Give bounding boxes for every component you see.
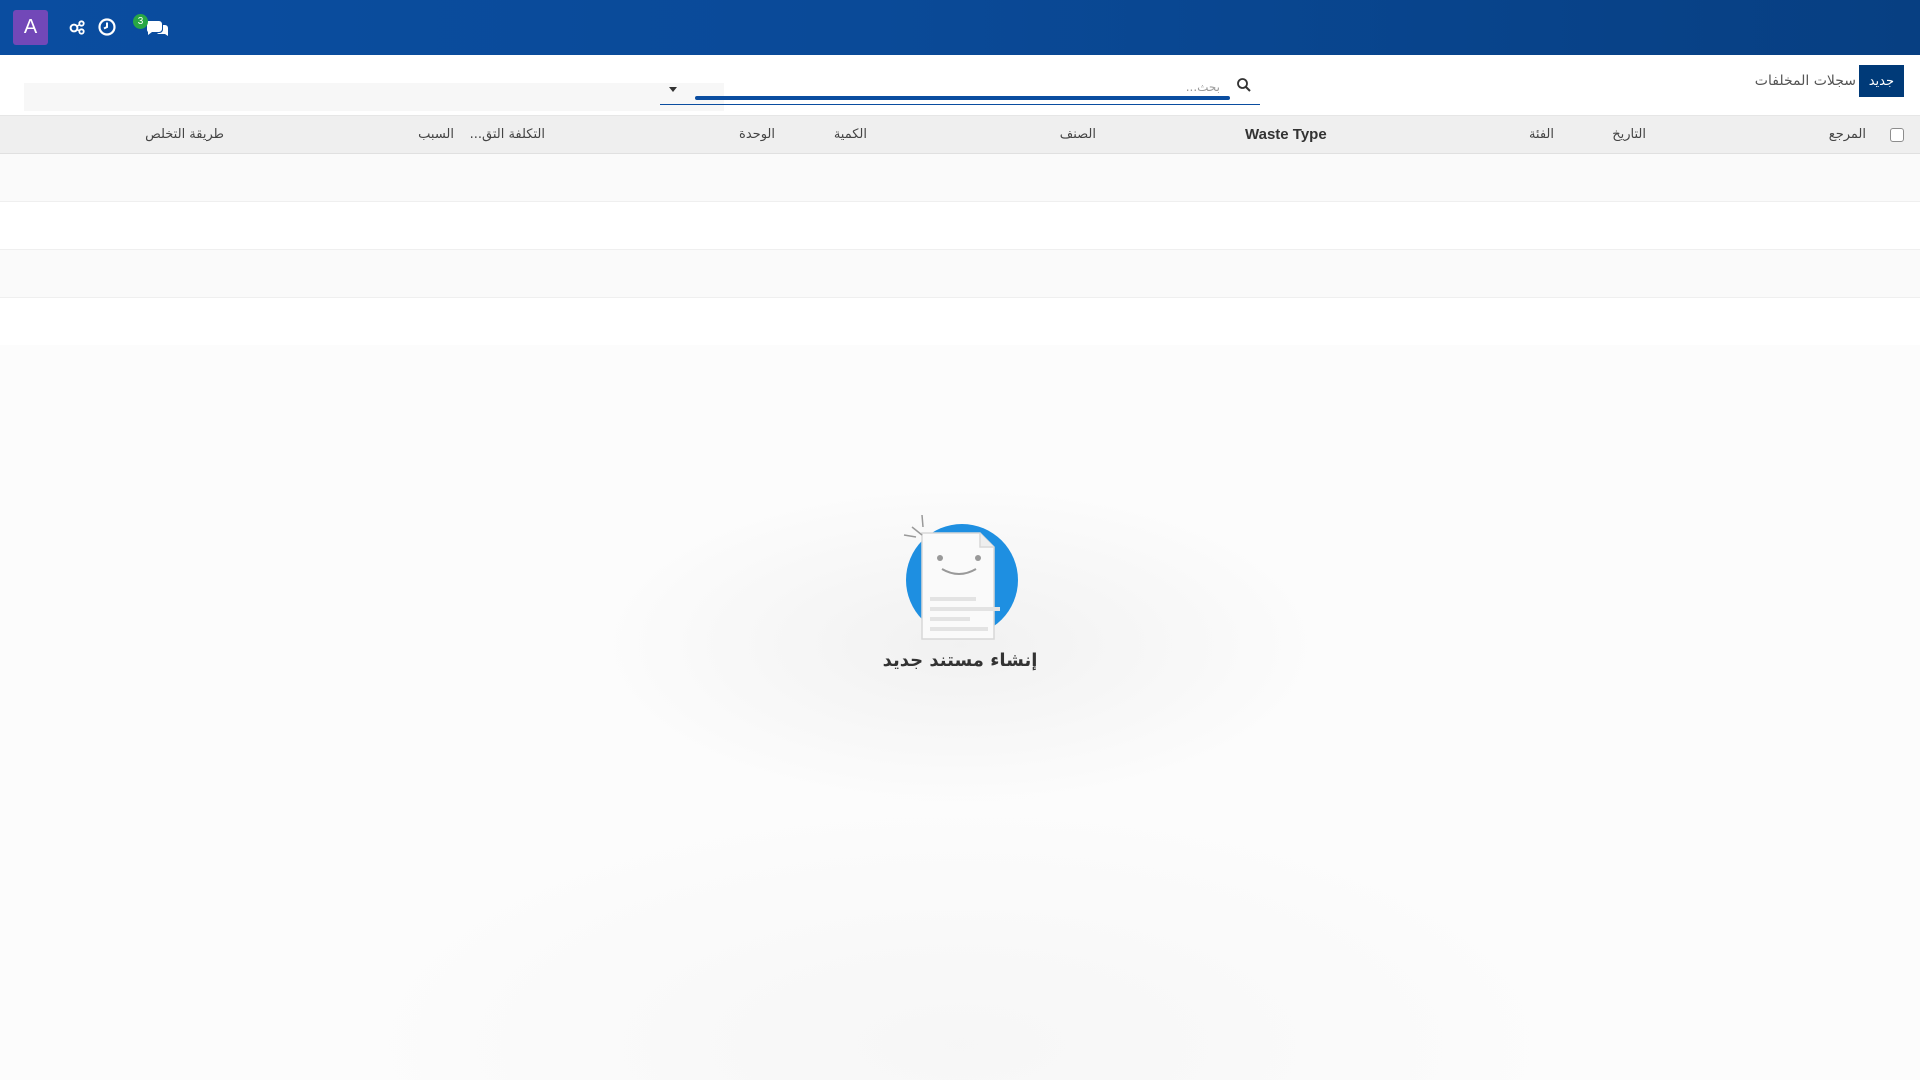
column-header-disposal-method[interactable]: طريقة التخلص	[145, 127, 224, 142]
column-header-waste-type[interactable]: Waste Type	[1245, 126, 1327, 143]
new-button[interactable]: جديد	[1858, 65, 1904, 97]
search-input[interactable]	[700, 77, 1220, 97]
table-row	[0, 154, 1920, 202]
smiling-document-icon	[898, 505, 1026, 645]
column-header-estimated-cost[interactable]: التكلفة التق...	[470, 127, 545, 142]
select-all-checkbox[interactable]	[1890, 128, 1904, 142]
search-icon[interactable]	[1236, 77, 1252, 93]
column-header-date[interactable]: التاريخ	[1612, 127, 1646, 142]
column-header-item[interactable]: الصنف	[1060, 127, 1096, 142]
chat-badge: 3	[133, 14, 148, 29]
column-header-reason[interactable]: السبب	[418, 127, 454, 142]
column-header-unit[interactable]: الوحدة	[739, 127, 775, 142]
page-title: سجلات المخلفات	[1754, 73, 1856, 89]
search-box[interactable]	[660, 73, 1260, 105]
empty-state-area	[0, 345, 1920, 1080]
caret-down-icon[interactable]	[667, 80, 679, 92]
table-row	[0, 202, 1920, 250]
search-filter-bar	[695, 96, 1230, 100]
control-panel-shade	[24, 83, 724, 111]
control-panel: جديد سجلات المخلفات	[0, 55, 1920, 116]
column-header-quantity[interactable]: الكمية	[834, 127, 867, 142]
table-header: المرجع التاريخ الفئة Waste Type الصنف ال…	[0, 116, 1920, 154]
settings-share-icon[interactable]	[66, 16, 88, 38]
empty-state-title: إنشاء مستند جديد	[882, 650, 1038, 671]
clock-icon[interactable]	[96, 16, 118, 38]
top-navbar: A 3	[0, 0, 1920, 55]
column-header-category[interactable]: الفئة	[1529, 127, 1554, 142]
user-avatar[interactable]: A	[13, 10, 48, 45]
table-row	[0, 250, 1920, 298]
table-row	[0, 298, 1920, 346]
column-header-reference[interactable]: المرجع	[1829, 127, 1866, 142]
